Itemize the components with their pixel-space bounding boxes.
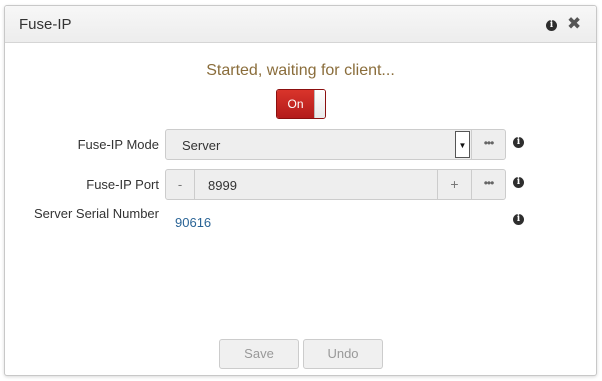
port-label: Fuse-IP Port — [86, 177, 159, 192]
mode-more-button[interactable]: ••• — [471, 129, 506, 160]
toggle-knob — [314, 90, 325, 118]
undo-button[interactable]: Undo — [303, 339, 383, 369]
dialog-title: Fuse-IP — [19, 16, 72, 33]
save-button[interactable]: Save — [219, 339, 299, 369]
port-input[interactable]: 8999 — [208, 178, 237, 193]
toggle-on-label: On — [277, 90, 314, 118]
info-icon[interactable]: i — [546, 20, 557, 31]
status-message: Started, waiting for client... — [206, 62, 395, 79]
close-icon[interactable]: ✖ — [567, 14, 581, 34]
serial-info-icon[interactable]: i — [513, 214, 524, 225]
serial-value: 90616 — [175, 215, 212, 230]
mode-label: Fuse-IP Mode — [77, 137, 159, 152]
dialog-titlebar: Fuse-IP i ✖ — [5, 6, 596, 43]
mode-info-icon[interactable]: i — [513, 137, 524, 148]
chevron-down-icon[interactable]: ▼ — [455, 131, 470, 158]
port-more-button[interactable]: ••• — [471, 169, 506, 200]
port-info-icon[interactable]: i — [513, 177, 524, 188]
port-stepper: - 8999 + — [165, 169, 472, 200]
port-decrement-button[interactable]: - — [166, 170, 195, 199]
port-increment-button[interactable]: + — [437, 170, 471, 199]
on-off-toggle[interactable]: On — [276, 89, 326, 119]
serial-label: Server Serial Number — [34, 206, 159, 221]
mode-select-value: Server — [182, 138, 221, 153]
fuse-ip-dialog: Fuse-IP i ✖ Started, waiting for client.… — [4, 5, 597, 376]
mode-select[interactable]: Server ▼ — [165, 129, 472, 160]
